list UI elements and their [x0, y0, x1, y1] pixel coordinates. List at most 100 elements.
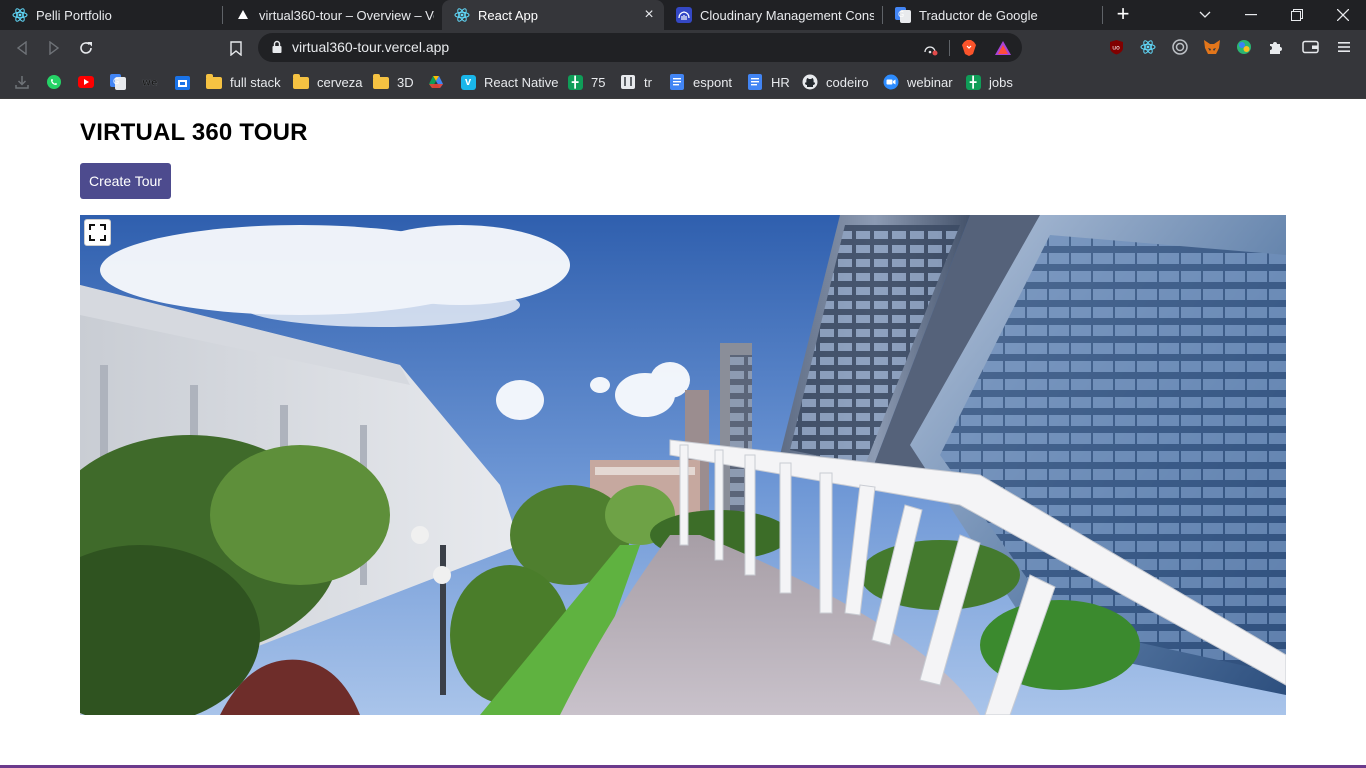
bookmark-whatsapp[interactable]	[46, 72, 62, 92]
bookmark-label: full stack	[230, 74, 281, 90]
calendar-icon	[174, 74, 190, 90]
bookmark-tr[interactable]: tr	[620, 72, 652, 92]
bookmark-folder-3d[interactable]: 3D	[373, 72, 414, 92]
bookmarks-bar: G we full stack cerveza 3D v React Nativ…	[0, 65, 1366, 99]
bookmark-codeiro[interactable]: codeiro	[802, 72, 869, 92]
close-window-button[interactable]	[1320, 0, 1366, 30]
brave-rewards-icon[interactable]	[994, 39, 1012, 57]
bookmark-label: codeiro	[826, 74, 869, 90]
folder-icon	[293, 74, 309, 90]
bookmark-we[interactable]: we	[142, 72, 158, 92]
tab-title: Cloudinary Management Console	[700, 7, 874, 23]
bookmark-espont[interactable]: espont	[669, 72, 732, 92]
bookmark-react-native[interactable]: v React Native	[460, 72, 558, 92]
google-translate-icon: G	[895, 7, 911, 23]
bookmark-folder-cerveza[interactable]: cerveza	[293, 72, 363, 92]
tab-title: Traductor de Google	[919, 7, 1038, 23]
we-icon: we	[142, 74, 158, 90]
bookmark-hr[interactable]: HR	[747, 72, 790, 92]
bookmark-button[interactable]	[225, 37, 247, 59]
address-bar[interactable]: virtual360-tour.vercel.app	[258, 33, 1022, 62]
bookmark-label: 75	[591, 74, 606, 90]
panorama-viewer[interactable]	[80, 215, 1286, 715]
react-icon	[454, 7, 470, 23]
bookmark-label: 3D	[397, 74, 414, 90]
tab-vercel-overview[interactable]: virtual360-tour – Overview – Vercel	[223, 0, 442, 30]
docs-icon	[669, 74, 685, 90]
new-tab-button[interactable]: +	[1110, 3, 1136, 27]
bookmark-calendar[interactable]	[174, 72, 190, 92]
tab-title: Pelli Portfolio	[36, 7, 112, 23]
vimeo-icon: v	[460, 74, 476, 90]
forward-arrow-icon	[49, 41, 60, 55]
bookmark-google-drive[interactable]	[428, 72, 444, 92]
tab-react-app[interactable]: React App ×	[442, 0, 664, 30]
wallet-icon[interactable]	[1301, 38, 1319, 56]
book-icon	[620, 74, 636, 90]
ublock-icon[interactable]: uo	[1107, 38, 1125, 56]
bookmark-youtube[interactable]	[78, 72, 94, 92]
back-button[interactable]	[11, 37, 33, 59]
bookmark-translate[interactable]: G	[110, 72, 126, 92]
tab-google-translate[interactable]: G Traductor de Google	[883, 0, 1098, 30]
folder-icon	[373, 74, 389, 90]
bookmark-download[interactable]	[14, 72, 30, 92]
whatsapp-icon	[46, 74, 62, 90]
tab-separator	[1102, 6, 1103, 24]
docs-icon	[747, 74, 763, 90]
forward-button[interactable]	[43, 37, 65, 59]
bookmark-label: cerveza	[317, 74, 363, 90]
tab-title: virtual360-tour – Overview – Vercel	[259, 7, 434, 23]
bookmark-75[interactable]: ╋ 75	[567, 72, 605, 92]
github-icon	[802, 74, 818, 90]
tab-search-button[interactable]	[1182, 0, 1228, 30]
omnibox-divider	[949, 40, 950, 56]
chevron-down-icon	[1199, 11, 1211, 18]
bookmark-label: jobs	[989, 74, 1013, 90]
panorama-image[interactable]	[80, 215, 1286, 715]
bookmark-label: webinar	[907, 74, 953, 90]
svg-text:G: G	[113, 77, 119, 86]
metamask-icon[interactable]	[1203, 38, 1221, 56]
restore-icon	[1291, 9, 1303, 21]
sheets-icon: ╋	[567, 74, 583, 90]
youtube-icon	[78, 74, 94, 90]
tab-pelli-portfolio[interactable]: Pelli Portfolio	[0, 0, 222, 30]
bookmark-jobs[interactable]: ╋ jobs	[965, 72, 1013, 92]
extensions-icon[interactable]	[1267, 38, 1285, 56]
minimize-button[interactable]	[1228, 0, 1274, 30]
menu-icon[interactable]	[1335, 38, 1353, 56]
create-tour-button[interactable]: Create Tour	[80, 163, 171, 199]
bookmark-label: React Native	[484, 74, 559, 90]
fullscreen-icon	[89, 224, 106, 241]
colorful-extension-icon[interactable]	[1235, 38, 1253, 56]
react-devtools-icon[interactable]	[1139, 38, 1157, 56]
tab-cloudinary[interactable]: Cloudinary Management Console	[664, 0, 882, 30]
bookmark-folder-full-stack[interactable]: full stack	[206, 72, 281, 92]
brave-shields-icon[interactable]	[960, 39, 978, 57]
reload-icon	[80, 42, 92, 54]
minimize-icon	[1245, 14, 1257, 16]
close-icon[interactable]: ×	[642, 6, 656, 24]
sheets-icon: ╋	[965, 74, 981, 90]
page-content: VIRTUAL 360 TOUR Create Tour	[0, 99, 1366, 768]
react-icon	[12, 7, 28, 23]
fullscreen-button[interactable]	[84, 219, 111, 246]
cast-icon[interactable]	[921, 39, 939, 57]
bookmark-webinar[interactable]: webinar	[883, 72, 953, 92]
bookmark-label: tr	[644, 74, 652, 90]
bookmark-label: espont	[693, 74, 733, 90]
page-title: VIRTUAL 360 TOUR	[80, 119, 308, 146]
zoom-icon	[883, 74, 899, 90]
cloudinary-icon	[676, 7, 692, 23]
target-extension-icon[interactable]	[1171, 38, 1189, 56]
svg-text:G: G	[898, 10, 904, 19]
url-text: virtual360-tour.vercel.app	[292, 39, 450, 55]
reload-button[interactable]	[75, 37, 97, 59]
tab-title: React App	[478, 7, 538, 23]
bookmark-icon	[230, 40, 242, 56]
restore-button[interactable]	[1274, 0, 1320, 30]
google-translate-icon: G	[110, 74, 126, 90]
folder-icon	[206, 74, 222, 90]
google-drive-icon	[428, 74, 444, 90]
